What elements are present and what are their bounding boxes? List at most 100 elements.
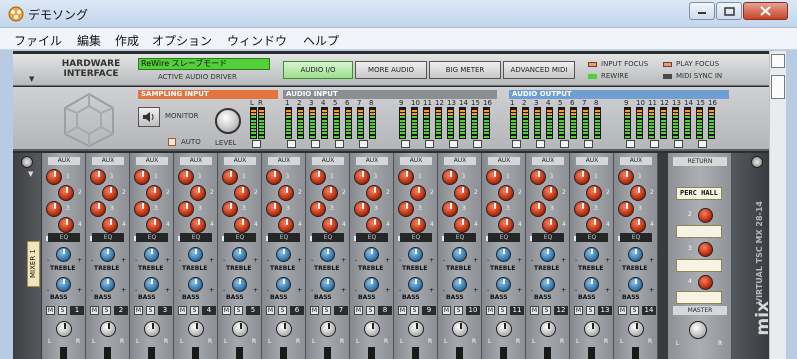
pan-knob[interactable] — [452, 321, 468, 337]
channel-fader[interactable] — [632, 347, 639, 359]
pan-knob[interactable] — [628, 321, 644, 337]
pan-knob[interactable] — [364, 321, 380, 337]
solo-button[interactable]: S — [234, 306, 243, 315]
solo-button[interactable]: S — [586, 306, 595, 315]
channel-fader[interactable] — [544, 347, 551, 359]
aux-send-knob[interactable] — [90, 201, 106, 217]
audio-input-channel-button[interactable] — [287, 140, 296, 148]
treble-knob[interactable] — [496, 247, 511, 262]
pan-knob[interactable] — [188, 321, 204, 337]
solo-button[interactable]: S — [630, 306, 639, 315]
mute-button[interactable]: M — [398, 306, 407, 315]
fold-triangle-icon[interactable]: ▼ — [29, 75, 34, 83]
aux-send-knob[interactable] — [46, 201, 62, 217]
aux-send-knob[interactable] — [310, 201, 326, 217]
aux-send-knob[interactable] — [178, 169, 194, 185]
aux-send-knob[interactable] — [90, 169, 106, 185]
aux-send-knob[interactable] — [442, 169, 458, 185]
treble-knob[interactable] — [408, 247, 423, 262]
aux-send-knob[interactable] — [178, 201, 194, 217]
aux-send-knob[interactable] — [190, 185, 206, 201]
channel-fader[interactable] — [324, 347, 331, 359]
aux-send-knob[interactable] — [102, 217, 118, 233]
aux-send-knob[interactable] — [366, 217, 382, 233]
solo-button[interactable]: S — [454, 306, 463, 315]
mute-button[interactable]: M — [354, 306, 363, 315]
solo-button[interactable]: S — [366, 306, 375, 315]
channel-fader[interactable] — [412, 347, 419, 359]
solo-button[interactable]: S — [410, 306, 419, 315]
channel-fader[interactable] — [148, 347, 155, 359]
aux-send-knob[interactable] — [586, 185, 602, 201]
aux-send-knob[interactable] — [354, 169, 370, 185]
solo-button[interactable]: S — [190, 306, 199, 315]
aux-send-knob[interactable] — [354, 201, 370, 217]
aux-send-knob[interactable] — [222, 169, 238, 185]
channel-fader[interactable] — [104, 347, 111, 359]
master-balance-knob[interactable] — [689, 321, 707, 339]
aux-send-knob[interactable] — [442, 201, 458, 217]
audio-output-channel-button[interactable] — [560, 140, 569, 148]
audio-input-channel-button[interactable] — [359, 140, 368, 148]
bass-knob[interactable] — [100, 277, 115, 292]
treble-knob[interactable] — [56, 247, 71, 262]
audio-input-channel-button[interactable] — [449, 140, 458, 148]
mute-button[interactable]: M — [222, 306, 231, 315]
bass-knob[interactable] — [144, 277, 159, 292]
aux-send-knob[interactable] — [190, 217, 206, 233]
return-knob-2[interactable] — [698, 242, 713, 257]
bass-knob[interactable] — [496, 277, 511, 292]
audio-output-channel-button[interactable] — [536, 140, 545, 148]
audio-input-channel-button[interactable] — [401, 140, 410, 148]
bass-knob[interactable] — [540, 277, 555, 292]
treble-knob[interactable] — [232, 247, 247, 262]
mute-button[interactable]: M — [266, 306, 275, 315]
return-name-2[interactable] — [676, 225, 722, 238]
auto-checkbox[interactable] — [168, 138, 176, 146]
bass-knob[interactable] — [584, 277, 599, 292]
audio-input-channel-button[interactable] — [335, 140, 344, 148]
channel-fader[interactable] — [236, 347, 243, 359]
solo-button[interactable]: S — [58, 306, 67, 315]
return-name-3[interactable] — [676, 259, 722, 272]
aux-send-knob[interactable] — [398, 201, 414, 217]
treble-knob[interactable] — [276, 247, 291, 262]
treble-knob[interactable] — [188, 247, 203, 262]
bass-knob[interactable] — [188, 277, 203, 292]
aux-send-knob[interactable] — [234, 185, 250, 201]
scroll-thumb[interactable] — [771, 75, 785, 99]
solo-button[interactable]: S — [542, 306, 551, 315]
mixer-name-tape[interactable]: MIXER 1 — [27, 241, 40, 287]
aux-send-knob[interactable] — [310, 169, 326, 185]
bass-knob[interactable] — [232, 277, 247, 292]
aux-send-knob[interactable] — [542, 217, 558, 233]
aux-send-knob[interactable] — [222, 201, 238, 217]
aux-send-knob[interactable] — [58, 185, 74, 201]
channel-fader[interactable] — [500, 347, 507, 359]
aux-send-knob[interactable] — [454, 185, 470, 201]
aux-send-knob[interactable] — [366, 185, 382, 201]
maximize-button[interactable] — [716, 2, 742, 20]
channel-fader[interactable] — [588, 347, 595, 359]
bass-knob[interactable] — [628, 277, 643, 292]
aux-send-knob[interactable] — [630, 185, 646, 201]
aux-send-knob[interactable] — [618, 169, 634, 185]
treble-knob[interactable] — [364, 247, 379, 262]
aux-send-knob[interactable] — [574, 201, 590, 217]
level-knob[interactable] — [215, 108, 241, 134]
treble-knob[interactable] — [452, 247, 467, 262]
mute-button[interactable]: M — [310, 306, 319, 315]
pan-knob[interactable] — [496, 321, 512, 337]
aux-send-knob[interactable] — [498, 217, 514, 233]
mute-button[interactable]: M — [46, 306, 55, 315]
solo-button[interactable]: S — [146, 306, 155, 315]
aux-send-knob[interactable] — [134, 201, 150, 217]
aux-send-knob[interactable] — [618, 201, 634, 217]
monitor-button[interactable] — [138, 107, 160, 127]
pan-knob[interactable] — [584, 321, 600, 337]
tab-audio-io[interactable]: AUDIO I/O — [283, 61, 353, 79]
aux-send-knob[interactable] — [322, 217, 338, 233]
aux-send-knob[interactable] — [322, 185, 338, 201]
aux-send-knob[interactable] — [266, 169, 282, 185]
menu-window[interactable]: ウィンドウ — [227, 32, 287, 49]
